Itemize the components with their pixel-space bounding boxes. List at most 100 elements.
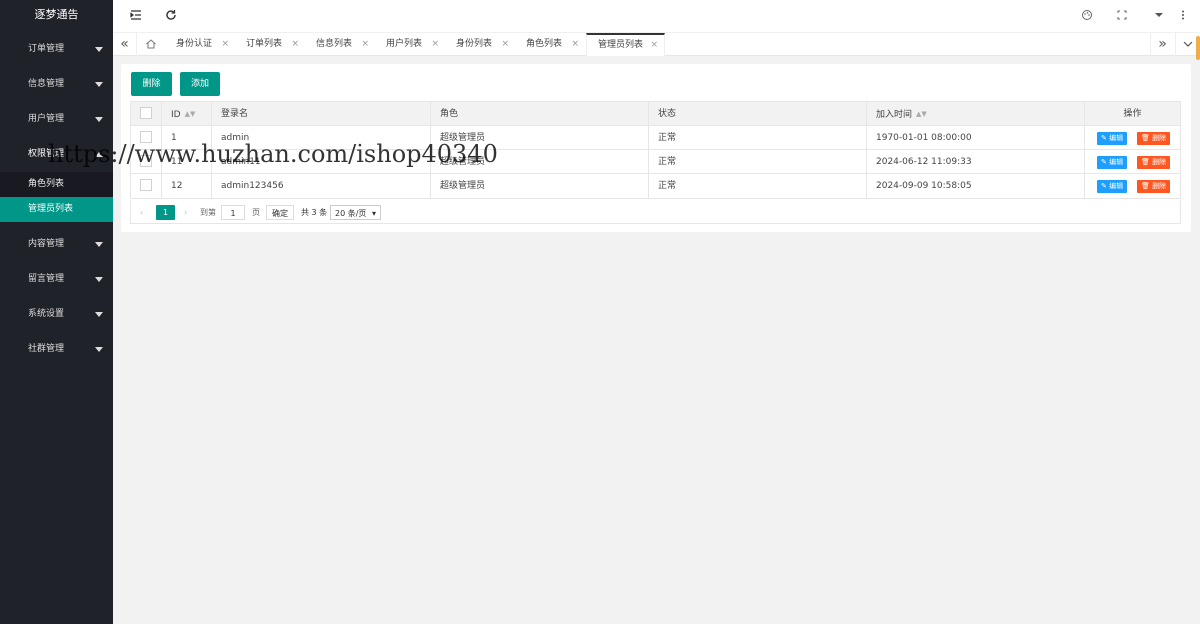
home-tab-icon[interactable]: [139, 33, 163, 56]
close-icon[interactable]: ×: [361, 33, 369, 56]
row-checkbox[interactable]: [140, 178, 152, 191]
header-role: 角色: [431, 102, 649, 126]
confirm-page-button[interactable]: 确定: [266, 205, 294, 220]
select-arrow-icon: ▾: [371, 209, 376, 218]
tab-info[interactable]: 信息列表 ×: [305, 33, 375, 56]
sidebar-item-info[interactable]: 信息管理: [0, 67, 113, 102]
prev-page-icon[interactable]: ‹: [140, 205, 143, 220]
tab-admins[interactable]: 管理员列表 ×: [586, 33, 665, 56]
close-icon[interactable]: ×: [501, 33, 509, 56]
delete-button[interactable]: 删除: [131, 72, 172, 96]
caret-down-icon: [95, 242, 103, 247]
tabs-scroll-right-icon[interactable]: »: [1150, 33, 1174, 56]
edit-icon: ✎: [1101, 158, 1107, 166]
trash-icon: 🗑: [1141, 158, 1150, 166]
tab-label: 角色列表: [526, 39, 563, 49]
sidebar-item-messages[interactable]: 留言管理: [0, 262, 113, 297]
tab-users[interactable]: 用户列表 ×: [375, 33, 445, 56]
tab-label: 身份列表: [456, 39, 493, 49]
cell-login: admin123456: [212, 174, 431, 198]
close-icon[interactable]: ×: [431, 33, 439, 56]
fullscreen-icon[interactable]: [1115, 9, 1129, 23]
sidebar-item-label: 信息管理: [28, 79, 65, 89]
edit-button[interactable]: ✎ 编辑: [1097, 132, 1128, 145]
shrink-menu-icon[interactable]: [129, 9, 143, 23]
next-page-icon[interactable]: ›: [184, 205, 187, 220]
header-label: 加入时间: [876, 110, 913, 120]
tab-orders[interactable]: 订单列表 ×: [235, 33, 305, 56]
sidebar-item-content[interactable]: 内容管理: [0, 227, 113, 262]
header-join-time[interactable]: 加入时间 ▲▼: [867, 102, 1085, 126]
table-row: 12 admin123456 超级管理员 正常 2024-09-09 10:58…: [131, 174, 1180, 198]
cell-join-time: 1970-01-01 08:00:00: [867, 126, 1085, 150]
close-icon[interactable]: ×: [650, 35, 658, 56]
sidebar-item-label: 用户管理: [28, 114, 65, 124]
theme-icon[interactable]: [1080, 9, 1094, 23]
topbar: [113, 0, 1200, 32]
sort-icon[interactable]: ▲▼: [916, 102, 927, 126]
cell-status: 正常: [649, 126, 867, 150]
sidebar-item-users[interactable]: 用户管理: [0, 102, 113, 137]
select-all-checkbox[interactable]: [140, 106, 152, 119]
goto-label: 到第: [200, 208, 216, 217]
caret-down-icon: [95, 277, 103, 282]
sidebar-item-label: 内容管理: [28, 239, 65, 249]
trash-icon: 🗑: [1141, 134, 1150, 142]
cell-actions: ✎ 编辑 🗑 删除: [1085, 150, 1180, 174]
header-id[interactable]: ID ▲▼: [162, 102, 212, 126]
more-icon[interactable]: [1176, 9, 1190, 23]
sidebar-item-label: 订单管理: [28, 44, 65, 54]
tab-identity-list[interactable]: 身份列表 ×: [445, 33, 515, 56]
cell-actions: ✎ 编辑 🗑 删除: [1085, 174, 1180, 198]
edit-button[interactable]: ✎ 编辑: [1097, 156, 1128, 169]
cell-status: 正常: [649, 150, 867, 174]
sidebar-item-settings[interactable]: 系统设置: [0, 297, 113, 332]
app-logo-title: 逐梦通告: [34, 8, 79, 21]
cell-join-time: 2024-09-09 10:58:05: [867, 174, 1085, 198]
sidebar-item-label: 系统设置: [28, 309, 65, 319]
close-icon[interactable]: ×: [571, 33, 579, 56]
delete-label: 删除: [1152, 158, 1167, 166]
side-float-tab[interactable]: [1196, 36, 1200, 60]
tab-roles[interactable]: 角色列表 ×: [515, 33, 585, 56]
tab-label: 信息列表: [316, 39, 353, 49]
edit-icon: ✎: [1101, 134, 1107, 142]
header-actions: 操作: [1123, 109, 1142, 119]
caret-down-icon: [95, 347, 103, 352]
page-unit-label: 页: [252, 208, 260, 217]
sidebar-item-orders[interactable]: 订单管理: [0, 32, 113, 67]
sidebar-subitem-admins[interactable]: 管理员列表: [0, 197, 113, 222]
watermark-text: https://www.huzhan.com/ishop40340: [48, 140, 498, 168]
edit-label: 编辑: [1109, 134, 1124, 142]
sidebar-submenu-permissions: 角色列表 管理员列表: [0, 172, 113, 222]
close-icon[interactable]: ×: [221, 33, 229, 56]
per-page-select[interactable]: 20 条/页 ▾: [330, 205, 381, 220]
sidebar-item-community[interactable]: 社群管理: [0, 332, 113, 367]
delete-label: 删除: [1152, 182, 1167, 190]
page-number-input[interactable]: 1: [221, 205, 245, 220]
tab-label: 用户列表: [386, 39, 423, 49]
delete-row-button[interactable]: 🗑 删除: [1137, 180, 1171, 193]
current-page[interactable]: 1: [156, 205, 175, 220]
add-button[interactable]: 添加: [180, 72, 220, 96]
delete-row-button[interactable]: 🗑 删除: [1137, 132, 1171, 145]
dropdown-icon[interactable]: [1152, 9, 1166, 23]
refresh-icon[interactable]: [164, 9, 178, 23]
cell-id: 12: [162, 174, 212, 198]
sidebar-subitem-roles[interactable]: 角色列表: [0, 172, 113, 197]
tab-label: 订单列表: [246, 39, 283, 49]
sort-icon[interactable]: ▲▼: [185, 102, 196, 126]
delete-row-button[interactable]: 🗑 删除: [1137, 156, 1171, 169]
cell-status: 正常: [649, 174, 867, 198]
tabs-scroll-left-icon[interactable]: «: [113, 33, 137, 56]
edit-button[interactable]: ✎ 编辑: [1097, 180, 1128, 193]
per-page-value: 20 条/页: [335, 209, 367, 218]
caret-down-icon: [95, 312, 103, 317]
sidebar-item-label: 留言管理: [28, 274, 65, 284]
delete-label: 删除: [1152, 134, 1167, 142]
header-checkbox-cell: [131, 102, 162, 126]
tab-identity-auth[interactable]: 身份认证 ×: [165, 33, 235, 56]
header-status: 状态: [649, 102, 867, 126]
close-icon[interactable]: ×: [291, 33, 299, 56]
trash-icon: 🗑: [1141, 182, 1150, 190]
